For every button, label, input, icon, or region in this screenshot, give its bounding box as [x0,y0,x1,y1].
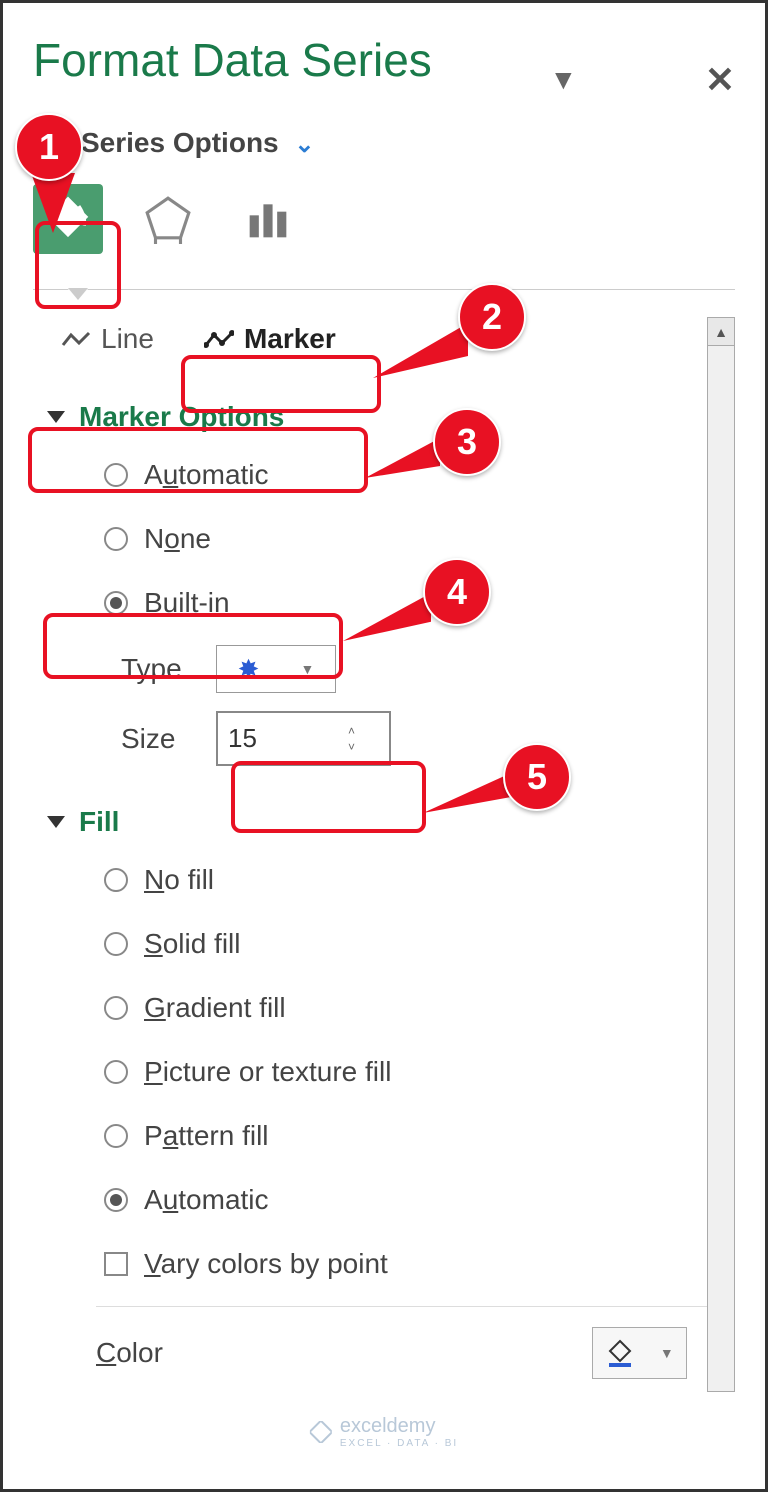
checkbox-vary-colors[interactable]: Vary colors by point [96,1242,707,1286]
bar-chart-icon [246,197,290,241]
color-picker-button[interactable]: ▼ [592,1327,687,1379]
callout-5: 5 [503,743,571,811]
chevron-down-icon: ▼ [301,661,315,677]
title-row: Format Data Series ▼ ✕ [33,33,735,127]
radio-solid-fill[interactable]: Solid fill [96,922,707,966]
divider [96,1306,707,1307]
built-in-settings: Type ✸ ▼ Size ˄ ˅ [121,645,707,766]
divider [33,289,735,290]
chevron-down-icon: ▼ [660,1345,674,1361]
main-options: Line Marker Marker Options [33,317,707,1392]
callout-3: 3 [433,408,501,476]
radio-picture-fill[interactable]: Picture or texture fill [96,1050,707,1094]
close-icon[interactable]: ✕ [705,59,735,101]
marker-options-label: Marker Options [79,401,284,433]
radio-icon [104,996,128,1020]
line-icon [61,329,91,349]
marker-size-spinner[interactable]: ˄ ˅ [216,711,391,766]
marker-icon [204,329,234,349]
category-icon-row [33,184,735,254]
collapse-icon [47,411,65,423]
content-area: Line Marker Marker Options [33,317,735,1392]
fill-color-icon [605,1338,635,1368]
radio-icon [104,868,128,892]
marker-size-input[interactable] [218,723,348,754]
watermark: exceldemy EXCEL · DATA · BI [310,1415,458,1449]
type-label: Type [121,653,196,685]
panel-title: Format Data Series [33,33,432,87]
panel-menu-caret-icon[interactable]: ▼ [549,64,577,96]
fill-label: Fill [79,806,119,838]
watermark-icon [310,1421,332,1443]
color-row: Color ▼ [96,1327,707,1379]
radio-icon [104,527,128,551]
radio-pattern-fill[interactable]: Pattern fill [96,1114,707,1158]
fill-header[interactable]: Fill [41,796,707,848]
radio-icon [104,1060,128,1084]
radio-built-in-label: Built-in [144,587,230,619]
marker-options-radios: Automatic None Built-in [96,453,707,625]
radio-icon [104,591,128,615]
spinner-buttons[interactable]: ˄ ˅ [348,724,355,754]
radio-no-fill[interactable]: No fill [96,858,707,902]
tab-line[interactable]: Line [51,317,164,361]
fill-radios: No fill Solid fill Gradient fill Picture… [96,858,707,1286]
spinner-down-icon[interactable]: ˅ [348,740,355,754]
radio-fill-automatic[interactable]: Automatic [96,1178,707,1222]
collapse-icon [47,816,65,828]
line-marker-tabs: Line Marker [41,317,707,361]
watermark-sub: EXCEL · DATA · BI [340,1438,458,1449]
tab-marker-label: Marker [244,323,336,355]
tab-marker[interactable]: Marker [194,317,346,361]
size-label: Size [121,723,196,755]
chevron-down-icon: ⌄ [294,131,314,158]
size-row: Size ˄ ˅ [121,711,707,766]
marker-options-header[interactable]: Marker Options [41,391,707,443]
series-options-dropdown[interactable]: Series Options ⌄ [81,127,735,159]
callout-4: 4 [423,558,491,626]
tab-line-label: Line [101,323,154,355]
active-tab-pointer-icon [68,289,88,301]
spinner-up-icon[interactable]: ˄ [348,724,355,738]
scrollbar[interactable]: ▲ [707,317,735,1392]
series-options-label: Series Options [81,127,279,158]
callout-1: 1 [15,113,83,181]
radio-icon [104,1188,128,1212]
scroll-up-icon[interactable]: ▲ [708,318,734,346]
callout-2: 2 [458,283,526,351]
type-row: Type ✸ ▼ [121,645,707,693]
radio-icon [104,932,128,956]
radio-icon [104,463,128,487]
radio-icon [104,1124,128,1148]
radio-none[interactable]: None [96,517,707,561]
marker-shape-icon: ✸ [238,654,260,685]
watermark-brand: exceldemy [340,1415,458,1438]
pentagon-icon [143,194,193,244]
effects-category-button[interactable] [133,184,203,254]
radio-gradient-fill[interactable]: Gradient fill [96,986,707,1030]
series-options-category-button[interactable] [233,184,303,254]
format-data-series-panel: Format Data Series ▼ ✕ Series Options ⌄ [3,3,765,1392]
checkbox-icon [104,1252,128,1276]
marker-type-dropdown[interactable]: ✸ ▼ [216,645,336,693]
